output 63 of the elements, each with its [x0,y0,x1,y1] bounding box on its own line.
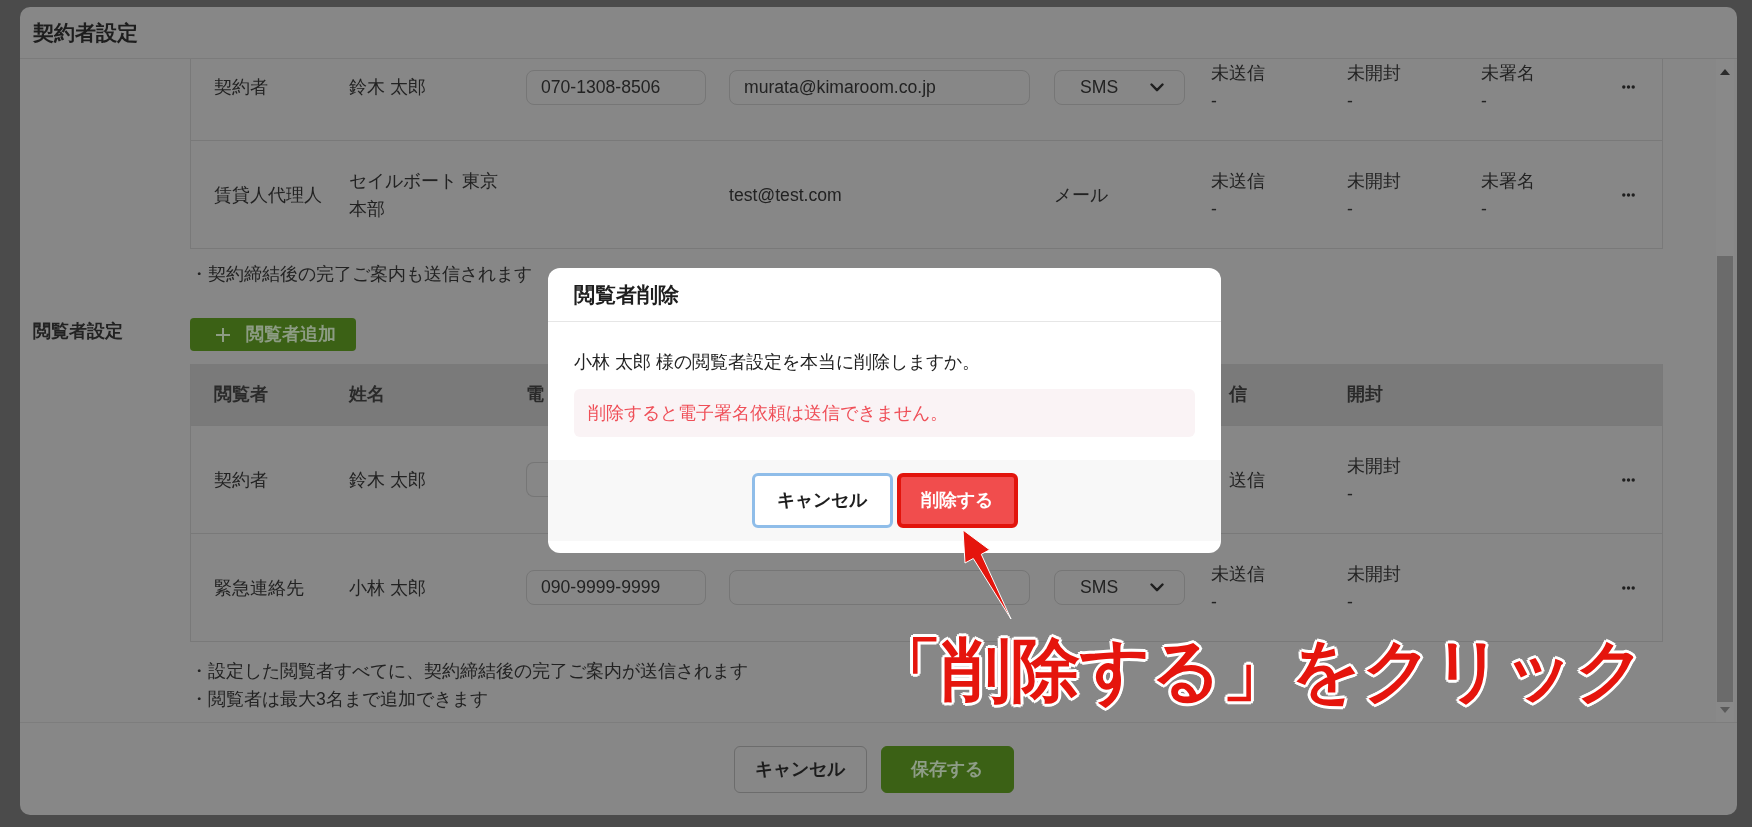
role-text: 契約者 [214,468,268,492]
date-text: - [1211,90,1217,113]
phone-field[interactable] [526,462,549,497]
modal-title: 契約者設定 [33,19,138,46]
column-header: 信 [1228,384,1247,405]
scroll-up-icon[interactable] [1720,69,1730,75]
date-text: - [1211,197,1217,221]
status-text: 未署名 [1481,62,1535,85]
method-select[interactable]: SMS [1054,570,1185,605]
role-text: 契約者 [214,76,268,99]
note-text: ・設定した閲覧者すべてに、契約締結後の完了ご案内が送信されます [190,660,748,683]
status-text: 未開封 [1347,62,1401,85]
note-text: ・契約締結後の完了ご案内も送信されます [190,263,532,286]
status-text: 未開封 [1347,454,1401,478]
name-text: 小林 太郎 [349,576,426,600]
name-text: 鈴木 太郎 [349,76,426,99]
phone-field[interactable]: 070-1308-8506 [526,69,706,105]
name-text: 鈴木 太郎 [349,468,426,492]
column-header: 開封 [1347,384,1383,405]
column-header: 電 [526,384,544,405]
method-text: メール [1054,183,1108,207]
delete-button[interactable]: 削除する [896,473,1018,528]
add-viewer-button[interactable]: 閲覧者追加 [190,318,356,351]
more-icon[interactable] [1622,192,1635,197]
dialog-message: 小林 太郎 様の閲覧者設定を本当に削除しますか。 [574,351,980,374]
email-text: test@test.com [729,183,842,207]
date-text: - [1481,197,1487,221]
warning-message: 削除すると電子署名依頼は送信できません。 [574,389,1195,437]
plus-icon [216,327,230,342]
method-select[interactable]: SMS [1054,69,1185,105]
status-text: 未開封 [1347,562,1401,586]
date-text: - [1481,90,1487,113]
status-text: 未送信 [1211,62,1265,85]
date-text: - [1347,482,1353,506]
dialog-title: 閲覧者削除 [574,281,679,308]
scrollbar-thumb[interactable] [1717,256,1733,702]
chevron-down-icon [1150,82,1164,92]
role-text: 緊急連絡先 [214,576,304,600]
more-icon[interactable] [1622,85,1635,89]
section-label: 閲覧者設定 [33,320,123,343]
phone-field[interactable]: 090-9999-9999 [526,570,706,605]
column-header: 閲覧者 [214,384,268,405]
date-text: - [1347,197,1353,221]
date-text: - [1347,590,1353,614]
cancel-button[interactable]: キャンセル [733,745,867,793]
status-text: 未署名 [1481,169,1535,193]
status-text: 未送信 [1211,169,1265,193]
status-text: 送信 [1228,468,1265,492]
note-text: ・閲覧者は最大3名まで追加できます [190,688,488,711]
email-field[interactable] [729,570,1030,605]
column-header: 姓名 [349,384,385,405]
save-button[interactable]: 保存する [880,745,1014,793]
name-text: セイルボート 東京本部 [349,169,499,221]
status-text: 未開封 [1347,169,1401,193]
date-text: - [1347,90,1353,113]
status-text: 未送信 [1211,562,1265,586]
role-text: 賃貸人代理人 [214,183,322,207]
date-text: - [1211,590,1217,614]
chevron-down-icon [1150,583,1164,592]
cancel-button[interactable]: キャンセル [751,473,893,528]
more-icon[interactable] [1622,585,1635,590]
more-icon[interactable] [1622,477,1635,482]
email-field[interactable]: murata@kimaroom.co.jp [729,69,1030,105]
